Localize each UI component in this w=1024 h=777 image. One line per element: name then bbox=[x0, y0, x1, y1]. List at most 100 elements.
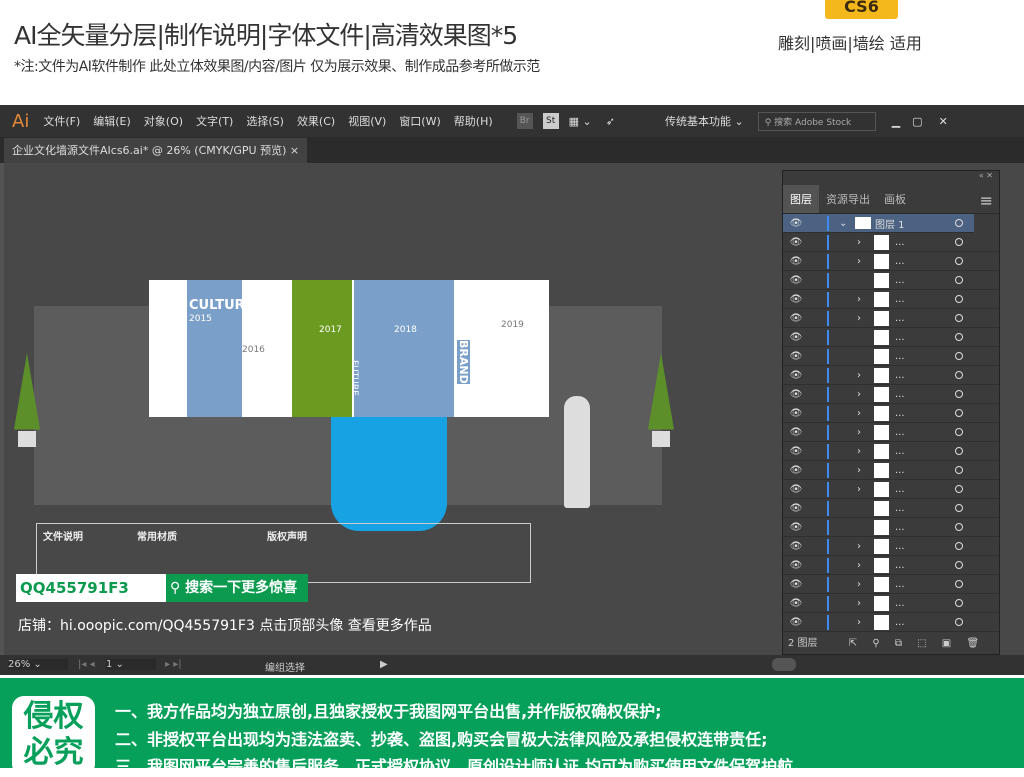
target-circle-icon[interactable] bbox=[955, 485, 963, 493]
chevron-right-icon[interactable]: › bbox=[857, 389, 861, 400]
sublayer-row[interactable]: 👁 ›... bbox=[783, 480, 999, 499]
chevron-right-icon[interactable]: › bbox=[857, 465, 861, 476]
chevron-right-icon[interactable]: › bbox=[857, 617, 861, 628]
sublayer-row[interactable]: 👁 ›... bbox=[783, 556, 999, 575]
target-circle-icon[interactable] bbox=[955, 504, 963, 512]
visibility-eye-icon[interactable]: 👁 bbox=[783, 503, 809, 514]
visibility-eye-icon[interactable]: 👁 bbox=[783, 579, 809, 590]
visibility-eye-icon[interactable]: 👁 bbox=[783, 256, 809, 267]
sublayer-name[interactable]: ... bbox=[895, 275, 905, 286]
first-prev-artboard-buttons[interactable]: |◂ ◂ bbox=[78, 659, 95, 670]
sublayer-row[interactable]: 👁 ›... bbox=[783, 442, 999, 461]
chevron-right-icon[interactable]: › bbox=[857, 560, 861, 571]
visibility-eye-icon[interactable]: 👁 bbox=[783, 237, 809, 248]
visibility-eye-icon[interactable]: 👁 bbox=[783, 598, 809, 609]
sublayer-name[interactable]: ... bbox=[895, 370, 905, 381]
target-circle-icon[interactable] bbox=[955, 409, 963, 417]
arrange-docs-icon[interactable]: ▦ ⌄ bbox=[569, 115, 592, 128]
visibility-eye-icon[interactable]: 👁 bbox=[783, 218, 809, 229]
sublayer-name[interactable]: ... bbox=[895, 522, 905, 533]
visibility-eye-icon[interactable]: 👁 bbox=[783, 427, 809, 438]
maximize-button[interactable]: ▢ bbox=[912, 115, 922, 128]
tab-asset-export[interactable]: 资源导出 bbox=[819, 185, 877, 213]
layer-name[interactable]: 图层 1 bbox=[875, 216, 905, 231]
menu-window[interactable]: 窗口(W) bbox=[399, 113, 440, 129]
sublayer-name[interactable]: ... bbox=[895, 465, 905, 476]
export-icon[interactable]: ⇱ bbox=[849, 638, 857, 649]
target-circle-icon[interactable] bbox=[955, 561, 963, 569]
menu-edit[interactable]: 编辑(E) bbox=[93, 113, 131, 129]
sublayer-row[interactable]: 👁 ›... bbox=[783, 423, 999, 442]
new-sublayer-icon[interactable]: ⬚ bbox=[917, 638, 926, 649]
sublayer-row[interactable]: 👁 ›... bbox=[783, 404, 999, 423]
sublayer-row[interactable]: 👁 ›... bbox=[783, 252, 999, 271]
sublayer-name[interactable]: ... bbox=[895, 332, 905, 343]
target-circle-icon[interactable] bbox=[955, 390, 963, 398]
sublayer-row[interactable]: 👁 ›... bbox=[783, 290, 999, 309]
target-circle-icon[interactable] bbox=[955, 618, 963, 626]
sublayer-name[interactable]: ... bbox=[895, 408, 905, 419]
status-menu-arrow[interactable]: ▶ bbox=[380, 659, 388, 670]
target-circle-icon[interactable] bbox=[955, 333, 963, 341]
visibility-eye-icon[interactable]: 👁 bbox=[783, 370, 809, 381]
chevron-right-icon[interactable]: › bbox=[857, 237, 861, 248]
clipping-mask-icon[interactable]: ⧉ bbox=[895, 638, 902, 649]
chevron-down-icon[interactable]: ⌄ bbox=[839, 218, 847, 229]
tab-layers[interactable]: 图层 bbox=[783, 185, 819, 213]
chevron-right-icon[interactable]: › bbox=[857, 598, 861, 609]
sublayer-row[interactable]: 👁 ›... bbox=[783, 309, 999, 328]
sublayer-row[interactable]: 👁... bbox=[783, 271, 999, 290]
sublayer-name[interactable]: ... bbox=[895, 617, 905, 628]
sublayer-row[interactable]: 👁... bbox=[783, 328, 999, 347]
target-circle-icon[interactable] bbox=[955, 238, 963, 246]
sublayer-row[interactable]: 👁 ›... bbox=[783, 385, 999, 404]
target-circle-icon[interactable] bbox=[955, 428, 963, 436]
target-circle-icon[interactable] bbox=[955, 542, 963, 550]
sublayer-name[interactable]: ... bbox=[895, 503, 905, 514]
stock-search-input[interactable]: ⚲ 搜索 Adobe Stock bbox=[757, 111, 876, 131]
visibility-eye-icon[interactable]: 👁 bbox=[783, 351, 809, 362]
layer-row[interactable]: 👁 ⌄ 图层 1 bbox=[783, 214, 974, 233]
target-circle-icon[interactable] bbox=[955, 523, 963, 531]
visibility-eye-icon[interactable]: 👁 bbox=[783, 332, 809, 343]
next-last-artboard-buttons[interactable]: ▸ ▸| bbox=[165, 659, 182, 670]
menu-view[interactable]: 视图(V) bbox=[348, 113, 386, 129]
visibility-eye-icon[interactable]: 👁 bbox=[783, 541, 809, 552]
visibility-eye-icon[interactable]: 👁 bbox=[783, 389, 809, 400]
sublayer-name[interactable]: ... bbox=[895, 427, 905, 438]
workspace-switcher[interactable]: 传统基本功能 ⌄ bbox=[665, 113, 744, 129]
sublayer-name[interactable]: ... bbox=[895, 541, 905, 552]
chevron-right-icon[interactable]: › bbox=[857, 484, 861, 495]
sublayer-row[interactable]: 👁 ›... bbox=[783, 461, 999, 480]
visibility-eye-icon[interactable]: 👁 bbox=[783, 408, 809, 419]
target-circle-icon[interactable] bbox=[955, 276, 963, 284]
visibility-eye-icon[interactable]: 👁 bbox=[783, 560, 809, 571]
visibility-eye-icon[interactable]: 👁 bbox=[783, 446, 809, 457]
bridge-button[interactable]: Br bbox=[516, 113, 533, 129]
sublayer-name[interactable]: ... bbox=[895, 256, 905, 267]
sublayer-row[interactable]: 👁 ›... bbox=[783, 594, 999, 613]
search-more-button[interactable]: ⚲ 搜索一下更多惊喜 bbox=[166, 574, 308, 602]
menu-file[interactable]: 文件(F) bbox=[43, 113, 80, 129]
target-circle-icon[interactable] bbox=[955, 295, 963, 303]
target-circle-icon[interactable] bbox=[955, 219, 963, 227]
horizontal-scrollbar[interactable] bbox=[772, 658, 796, 671]
delete-layer-icon[interactable]: 🗑 bbox=[966, 638, 979, 649]
sublayer-name[interactable]: ... bbox=[895, 294, 905, 305]
target-circle-icon[interactable] bbox=[955, 352, 963, 360]
sublayer-name[interactable]: ... bbox=[895, 484, 905, 495]
sublayer-row[interactable]: 👁... bbox=[783, 518, 999, 537]
gpu-rocket-icon[interactable]: ➶ bbox=[606, 115, 615, 128]
chevron-right-icon[interactable]: › bbox=[857, 446, 861, 457]
sublayer-row[interactable]: 👁 ›... bbox=[783, 537, 999, 556]
chevron-right-icon[interactable]: › bbox=[857, 579, 861, 590]
panel-collapse-icon[interactable]: « ✕ bbox=[783, 171, 999, 185]
menu-object[interactable]: 对象(O) bbox=[144, 113, 183, 129]
target-circle-icon[interactable] bbox=[955, 447, 963, 455]
sublayer-name[interactable]: ... bbox=[895, 598, 905, 609]
menu-effect[interactable]: 效果(C) bbox=[297, 113, 335, 129]
visibility-eye-icon[interactable]: 👁 bbox=[783, 275, 809, 286]
visibility-eye-icon[interactable]: 👁 bbox=[783, 484, 809, 495]
target-circle-icon[interactable] bbox=[955, 466, 963, 474]
new-layer-icon[interactable]: ▣ bbox=[942, 638, 951, 649]
